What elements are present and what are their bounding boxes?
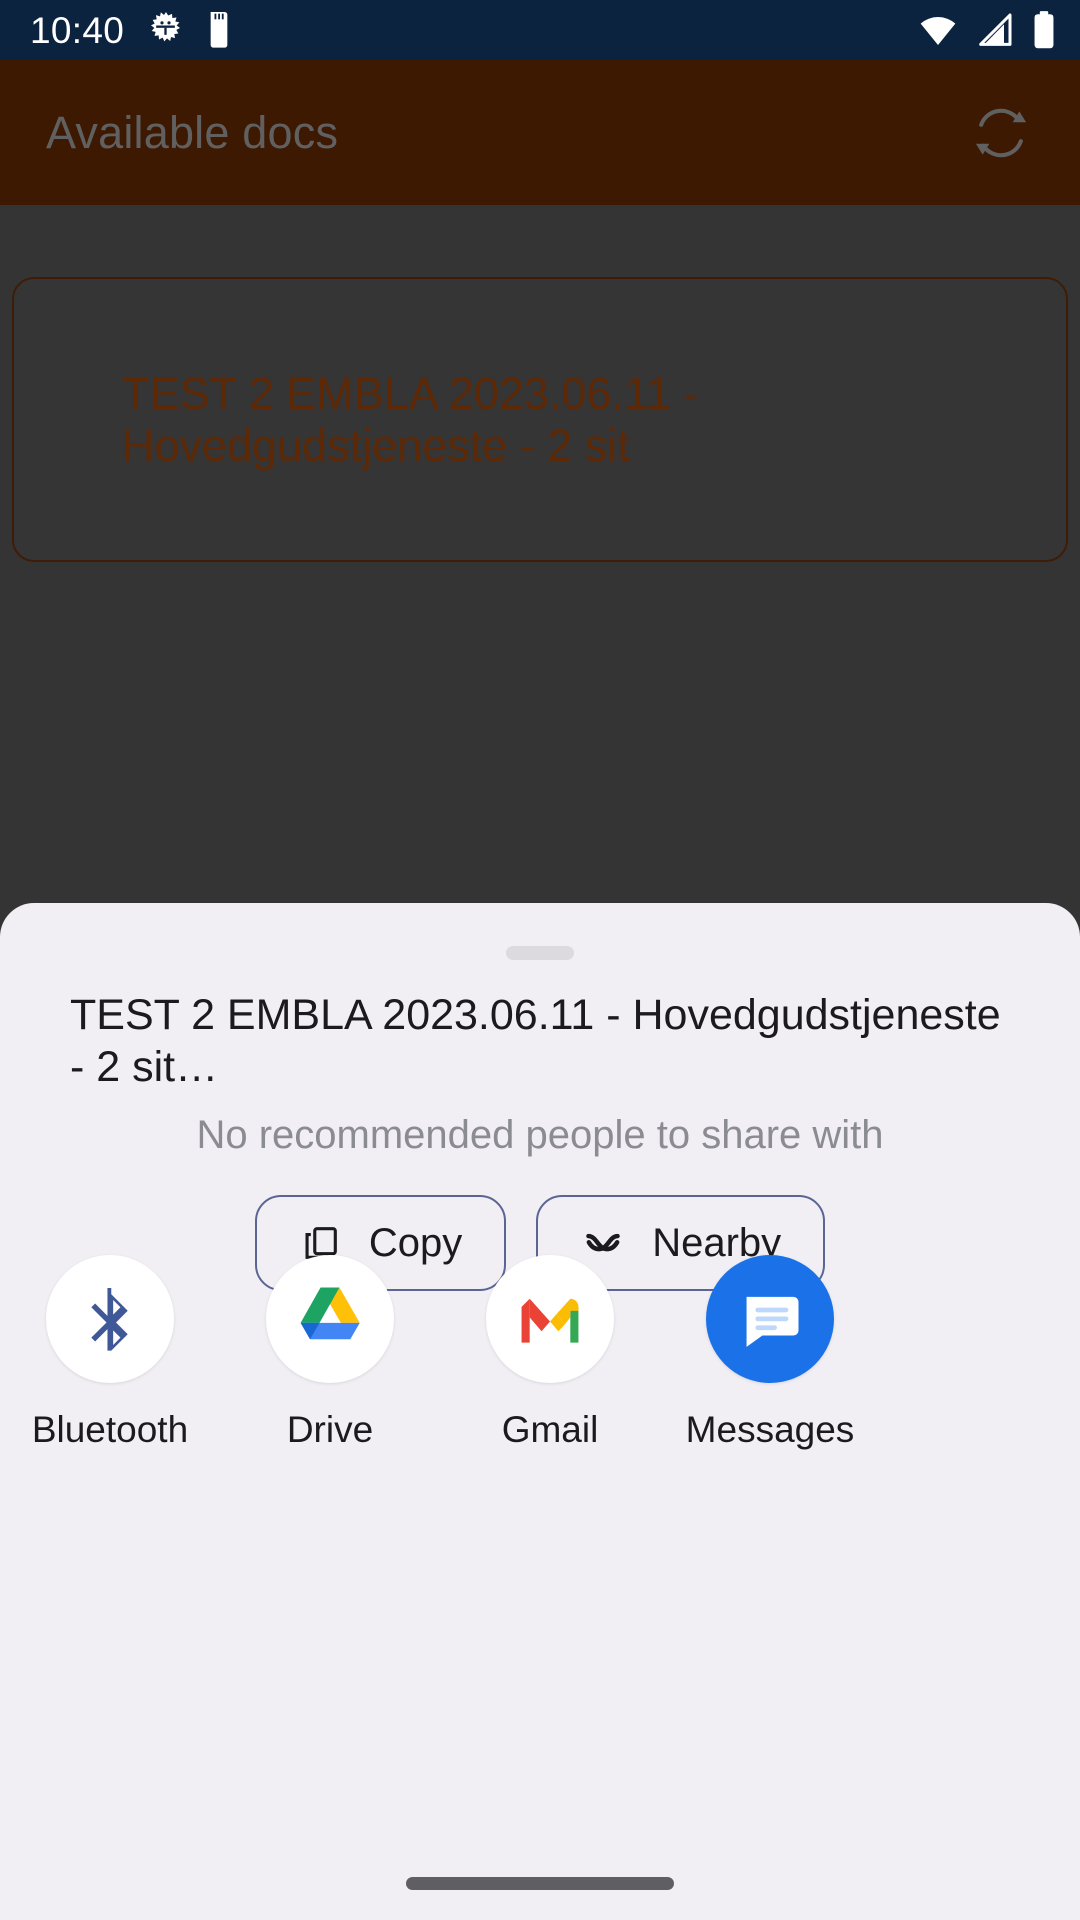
status-right-icons (916, 9, 1058, 51)
google-messages-icon (746, 1296, 799, 1347)
share-target-label: Gmail (501, 1409, 599, 1450)
share-target-gmail[interactable]: Gmail (440, 1255, 660, 1451)
share-bottom-sheet: TEST 2 EMBLA 2023.06.11 - Hovedgudstjene… (0, 903, 1080, 1920)
bluetooth-icon-circle (46, 1255, 174, 1383)
wifi-icon (920, 17, 956, 45)
drive-icon-circle (266, 1255, 394, 1383)
home-gesture-pill[interactable] (406, 1877, 674, 1890)
share-target-bluetooth[interactable]: Bluetooth (0, 1255, 220, 1451)
share-targets-row: Bluetooth Drive Gmail Messages (0, 1255, 1080, 1451)
status-clock: 10:40 (30, 9, 125, 51)
google-drive-icon (300, 1287, 360, 1340)
gmail-icon (521, 1298, 579, 1343)
share-target-drive[interactable]: Drive (220, 1255, 440, 1451)
bug-icon (151, 12, 181, 42)
status-left-icons (146, 10, 236, 50)
drag-handle[interactable] (506, 946, 574, 960)
empty-recommendations-label: No recommended people to share with (196, 1113, 884, 1157)
share-target-label: Bluetooth (31, 1409, 189, 1450)
gmail-icon-circle (486, 1255, 614, 1383)
status-bar: 10:40 (0, 0, 1080, 60)
bluetooth-icon (91, 1287, 128, 1351)
messages-icon-circle (706, 1255, 834, 1383)
share-target-messages[interactable]: Messages (660, 1255, 880, 1451)
battery-icon (1034, 11, 1054, 49)
share-sheet-title: TEST 2 EMBLA 2023.06.11 - Hovedgudstjene… (70, 991, 1001, 1092)
phone-screen: Available docs TEST 2 EMBLA 2023.06.11 -… (0, 0, 1080, 1920)
share-target-label: Drive (286, 1409, 374, 1450)
share-target-label: Messages (685, 1409, 855, 1450)
sd-card-icon (210, 12, 228, 48)
cellular-signal-icon (979, 13, 1012, 46)
